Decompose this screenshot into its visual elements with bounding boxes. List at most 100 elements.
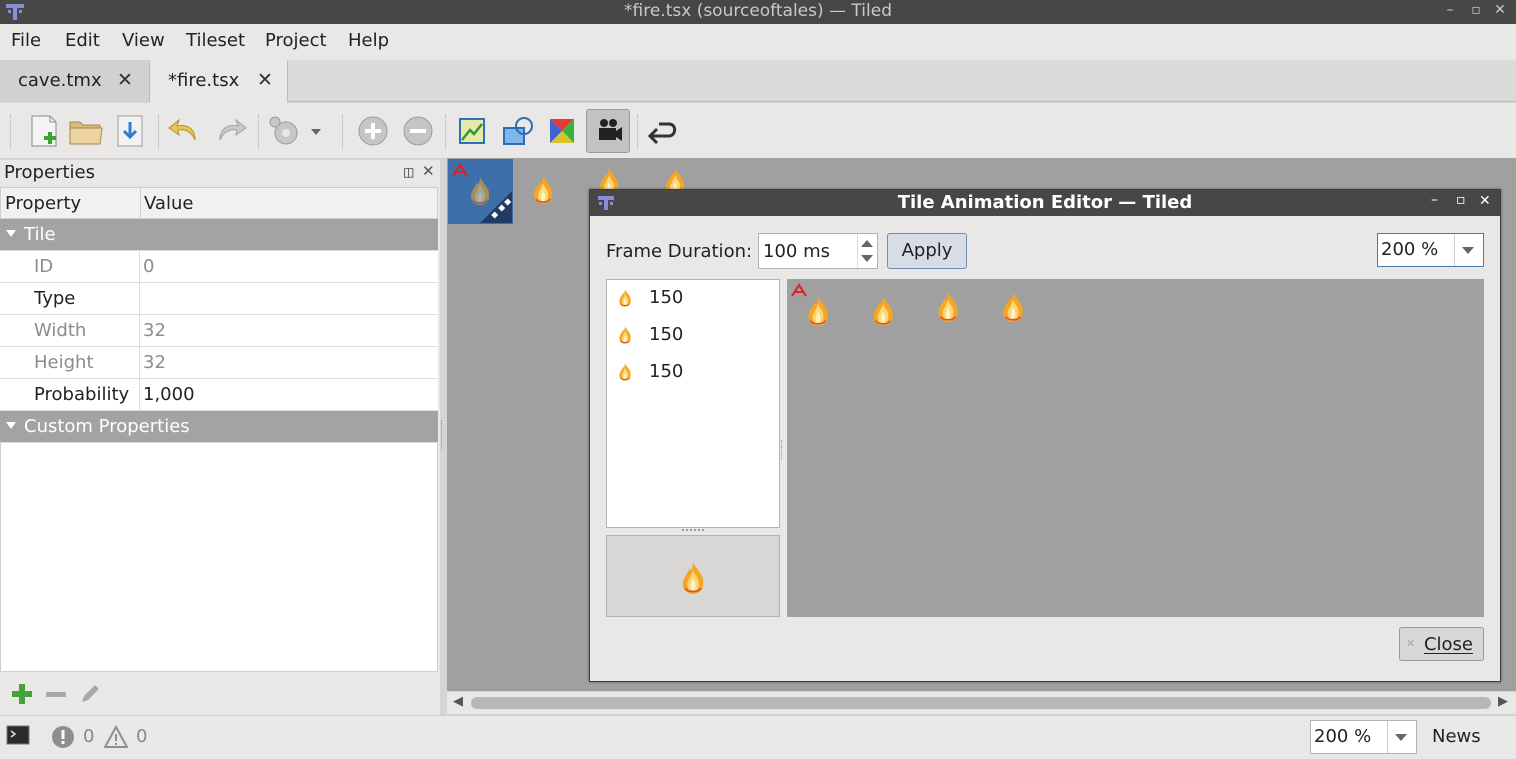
tab-label: cave.tmx xyxy=(18,70,102,91)
fire-tile[interactable] xyxy=(866,291,900,331)
close-tab-icon[interactable]: ✕ xyxy=(117,69,133,91)
close-dock-icon[interactable]: ✕ xyxy=(422,162,435,180)
console-icon[interactable] xyxy=(6,725,30,747)
remove-property-icon[interactable] xyxy=(44,682,68,706)
expand-triangle-icon[interactable] xyxy=(6,230,16,237)
tile-animation-editor-dialog: Tile Animation Editor — Tiled – ▫ ✕ Fram… xyxy=(589,189,1501,682)
fire-tile[interactable] xyxy=(527,172,559,208)
custom-properties-area[interactable] xyxy=(0,443,438,672)
dialog-tileset-view[interactable] xyxy=(787,279,1484,617)
spin-down-icon[interactable] xyxy=(861,255,873,262)
save-icon[interactable] xyxy=(110,112,150,150)
scroll-thumb[interactable] xyxy=(471,697,1491,709)
terrain-icon[interactable] xyxy=(452,112,492,150)
fire-tile[interactable] xyxy=(801,291,835,331)
animation-marker-icon xyxy=(452,163,468,177)
wang-color-icon[interactable] xyxy=(542,112,582,150)
toolbar-separator xyxy=(258,115,260,149)
fire-tile[interactable] xyxy=(931,283,965,331)
float-dock-icon[interactable]: ◫ xyxy=(403,165,414,179)
property-row-width[interactable]: Width 32 xyxy=(0,315,438,347)
spin-up-icon[interactable] xyxy=(861,240,873,247)
back-arrow-icon[interactable] xyxy=(643,112,683,150)
news-button[interactable]: News xyxy=(1432,726,1481,747)
close-icon: ✕ xyxy=(1406,637,1416,650)
close-button[interactable]: ✕ Close xyxy=(1399,627,1484,661)
redo-icon[interactable] xyxy=(210,112,250,150)
toolbar-separator xyxy=(342,115,344,149)
toolbar-separator xyxy=(445,115,447,149)
apply-button[interactable]: Apply xyxy=(887,233,967,269)
column-divider xyxy=(140,188,141,218)
splitter-handle[interactable] xyxy=(441,420,444,450)
fire-tile xyxy=(615,325,635,345)
chevron-down-icon xyxy=(1462,247,1474,254)
undo-icon[interactable] xyxy=(165,112,205,150)
menu-file[interactable]: File xyxy=(11,30,41,51)
tab-fire-tsx[interactable]: *fire.tsx ✕ xyxy=(150,60,288,103)
maximize-icon[interactable]: ▫ xyxy=(1466,2,1486,18)
animation-preview xyxy=(606,535,780,617)
property-row-probability[interactable]: Probability 1,000 xyxy=(0,379,438,411)
zoom-value: 200 % xyxy=(1314,726,1372,747)
add-property-icon[interactable] xyxy=(10,682,34,706)
settings-icon[interactable] xyxy=(266,112,326,150)
fire-tile xyxy=(615,362,635,382)
toolbar-separator xyxy=(637,115,639,149)
frame-duration-value: 100 ms xyxy=(763,241,830,262)
frame-duration-label: Frame Duration: xyxy=(606,241,753,262)
group-tile[interactable]: Tile xyxy=(0,219,438,251)
splitter-handle[interactable] xyxy=(781,440,784,460)
property-row-id[interactable]: ID 0 xyxy=(0,251,438,283)
dialog-zoom-value: 200 % xyxy=(1381,239,1439,260)
remove-tiles-icon[interactable] xyxy=(398,112,438,150)
menu-project[interactable]: Project xyxy=(265,30,327,51)
group-custom-properties[interactable]: Custom Properties xyxy=(0,411,438,443)
new-file-icon[interactable] xyxy=(24,112,64,150)
chevron-down-icon xyxy=(1395,734,1407,741)
close-icon[interactable]: ✕ xyxy=(1490,2,1510,18)
column-property: Property xyxy=(5,193,82,214)
frame-duration-spinbox[interactable]: 100 ms xyxy=(758,233,878,269)
minimize-icon[interactable]: – xyxy=(1440,2,1460,18)
window-title: *fire.tsx (sourceoftales) — Tiled xyxy=(624,1,892,21)
toolbar-grip xyxy=(10,115,12,149)
menu-view[interactable]: View xyxy=(122,30,165,51)
zoom-combobox[interactable]: 200 % xyxy=(1310,720,1417,754)
collision-icon[interactable] xyxy=(498,112,538,150)
add-tiles-icon[interactable] xyxy=(353,112,393,150)
scroll-right-icon[interactable]: ▶ xyxy=(1498,694,1508,709)
menu-edit[interactable]: Edit xyxy=(65,30,100,51)
column-value: Value xyxy=(144,193,194,214)
horizontal-scrollbar[interactable]: ◀ ▶ xyxy=(447,692,1516,714)
animation-editor-button[interactable] xyxy=(586,109,630,153)
toolbar-separator xyxy=(158,115,160,149)
expand-triangle-icon[interactable] xyxy=(6,422,16,429)
open-folder-icon[interactable] xyxy=(66,112,106,150)
animated-tile-badge-icon xyxy=(480,191,512,223)
close-icon[interactable]: ✕ xyxy=(1479,193,1491,209)
warning-icon[interactable] xyxy=(104,725,128,749)
tab-cave-tmx[interactable]: cave.tmx ✕ xyxy=(0,60,150,102)
properties-header: Property Value xyxy=(0,187,438,219)
tab-label: *fire.tsx xyxy=(168,70,240,91)
error-icon[interactable] xyxy=(51,725,75,749)
warning-count: 0 xyxy=(136,726,148,747)
fire-tile xyxy=(615,288,635,308)
frame-list[interactable]: 150 150 150 xyxy=(606,279,780,528)
selected-tile[interactable] xyxy=(448,159,513,224)
minimize-icon[interactable]: – xyxy=(1431,192,1438,208)
main-toolbar xyxy=(0,103,1516,159)
close-tab-icon[interactable]: ✕ xyxy=(257,69,273,91)
fire-tile[interactable] xyxy=(996,283,1030,331)
rename-property-icon[interactable] xyxy=(78,682,102,706)
scroll-left-icon[interactable]: ◀ xyxy=(453,694,463,709)
menu-help[interactable]: Help xyxy=(348,30,389,51)
property-row-height[interactable]: Height 32 xyxy=(0,347,438,379)
property-row-type[interactable]: Type xyxy=(0,283,438,315)
splitter-handle[interactable] xyxy=(682,529,704,532)
menu-tileset[interactable]: Tileset xyxy=(186,30,245,51)
dialog-zoom-combobox[interactable]: 200 % xyxy=(1377,233,1484,267)
properties-title: Properties xyxy=(4,162,95,183)
maximize-icon[interactable]: ▫ xyxy=(1456,192,1466,208)
